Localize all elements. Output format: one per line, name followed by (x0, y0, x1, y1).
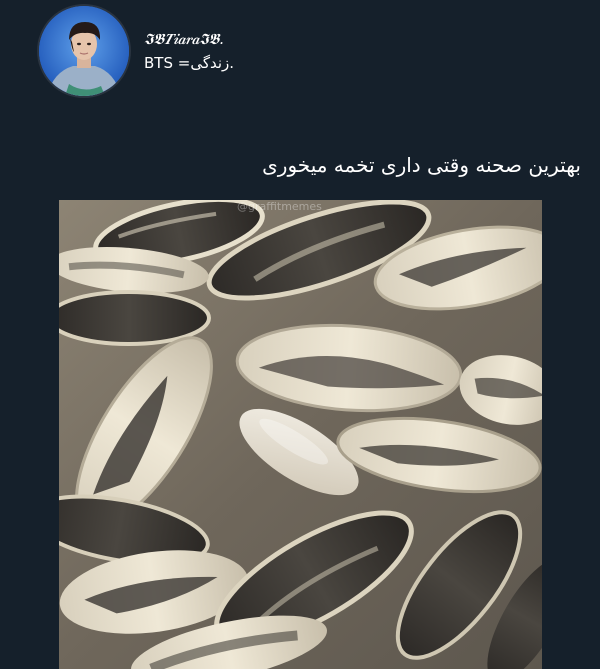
seed (59, 290, 211, 346)
image-watermark: @graffitmemes (237, 200, 322, 213)
user-handle[interactable]: BTS =زندگی. (144, 54, 234, 72)
tweet-text: بهترین صحنه وقتی داری تخمه میخوری (262, 153, 581, 177)
sunflower-seeds-image (59, 200, 542, 669)
tweet-photo[interactable] (59, 200, 542, 669)
display-name[interactable]: 𝕴𝕭𝑻𝒊𝒂𝒓𝒂𝕴𝕭. (144, 30, 224, 48)
tweet-screenshot: 𝕴𝕭𝑻𝒊𝒂𝒓𝒂𝕴𝕭. BTS =زندگی. بهترین صحنه وقتی … (0, 0, 600, 669)
avatar-image (39, 6, 129, 96)
profile-avatar[interactable] (37, 4, 131, 98)
